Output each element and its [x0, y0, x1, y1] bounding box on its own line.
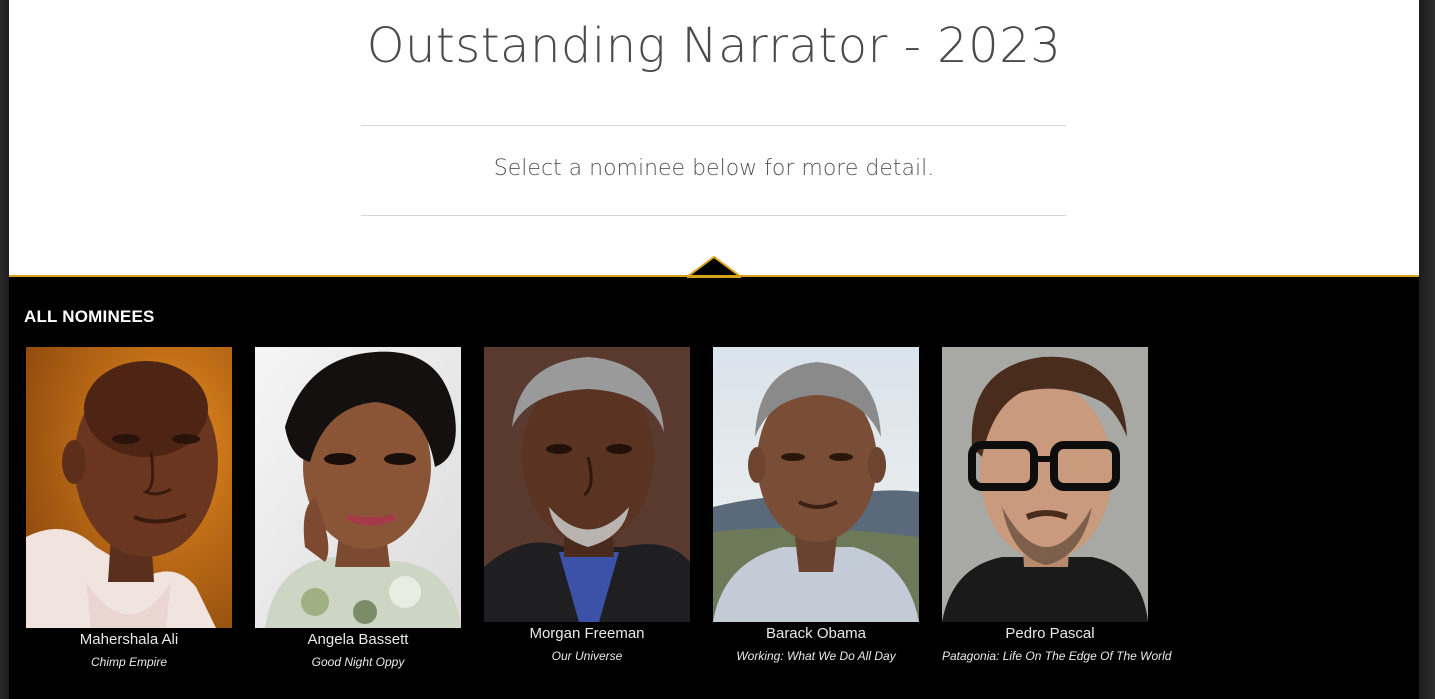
nominee-name[interactable]: Angela Bassett	[255, 631, 461, 648]
section-label: ALL NOMINEES	[24, 307, 155, 326]
nominee-card-mahershala-ali[interactable]: Mahershala Ali Chimp Empire	[26, 347, 232, 669]
window-frame-right	[1419, 0, 1435, 699]
window-frame-left	[0, 0, 9, 699]
nominee-name[interactable]: Morgan Freeman	[484, 625, 690, 642]
nominee-work: Our Universe	[551, 649, 623, 663]
nominee-photo[interactable]	[942, 347, 1148, 622]
divider-bottom	[361, 215, 1066, 216]
nominee-card-morgan-freeman[interactable]: Morgan Freeman Our Universe	[484, 347, 690, 663]
nominee-name[interactable]: Barack Obama	[713, 625, 919, 642]
nominee-work: Chimp Empire	[90, 655, 168, 669]
page: Outstanding Narrator - 2023 Select a nom…	[9, 0, 1419, 699]
accent-line	[9, 275, 1419, 277]
nominee-work: Working: What We Do All Day	[736, 649, 896, 663]
page-subtitle: Select a nominee below for more detail.	[493, 156, 935, 181]
nominee-photo[interactable]	[26, 347, 232, 628]
nominee-name[interactable]: Mahershala Ali	[26, 631, 232, 648]
nominee-photo[interactable]	[255, 347, 461, 628]
nominee-card-pedro-pascal[interactable]: Pedro Pascal Patagonia: Life On The Edge…	[942, 347, 1172, 663]
nominee-photo[interactable]	[713, 347, 919, 622]
nominee-name[interactable]: Pedro Pascal	[942, 625, 1158, 642]
nominee-card-barack-obama[interactable]: Barack Obama Working: What We Do All Day	[713, 347, 919, 663]
nominee-photo[interactable]	[484, 347, 690, 622]
divider-top	[361, 125, 1066, 126]
page-title: Outstanding Narrator - 2023	[366, 18, 1062, 74]
nominee-card-angela-bassett[interactable]: Angela Bassett Good Night Oppy	[255, 347, 461, 669]
header: Outstanding Narrator - 2023 Select a nom…	[9, 0, 1419, 276]
nominee-work: Patagonia: Life On The Edge Of The World	[942, 649, 1172, 663]
nominee-work: Good Night Oppy	[311, 655, 405, 669]
